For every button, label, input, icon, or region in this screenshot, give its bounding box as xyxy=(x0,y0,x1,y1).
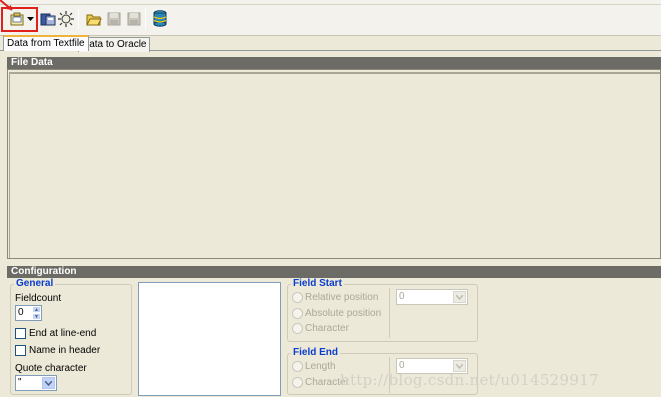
save-disabled-icon xyxy=(127,12,141,26)
field-start-value: 0 xyxy=(399,291,405,302)
save-icon xyxy=(107,12,121,26)
fieldcount-label: Fieldcount xyxy=(15,293,62,304)
start-character-label: Character xyxy=(305,323,349,334)
quote-character-value: " xyxy=(18,377,22,388)
relative-position-label: Relative position xyxy=(305,292,379,303)
name-in-header-checkbox[interactable] xyxy=(15,345,26,356)
configuration-header: Configuration xyxy=(7,266,661,278)
settings-icon xyxy=(58,11,74,27)
start-character-radio[interactable] xyxy=(292,323,303,334)
red-arrow-icon xyxy=(0,0,13,11)
folder-open-icon xyxy=(86,14,102,26)
name-in-header-label: Name in header xyxy=(29,345,101,356)
open-database-icon xyxy=(40,13,56,26)
database-button[interactable] xyxy=(149,8,171,30)
length-radio[interactable] xyxy=(292,361,303,372)
length-label: Length xyxy=(305,361,336,372)
toolbar-top-border xyxy=(0,4,661,5)
chevron-down-icon xyxy=(453,291,466,303)
relative-position-radio[interactable] xyxy=(292,292,303,303)
toolbar-separator xyxy=(78,9,79,29)
tab-data-to-oracle[interactable]: Data to Oracle xyxy=(78,37,151,52)
field-start-value-select[interactable]: 0 xyxy=(396,289,468,305)
settings-button[interactable] xyxy=(55,8,77,30)
end-at-line-end-checkbox[interactable] xyxy=(15,328,26,339)
database-icon xyxy=(153,10,167,27)
end-character-radio[interactable] xyxy=(292,377,303,388)
folder-open-button[interactable] xyxy=(83,8,105,30)
stepper-up-icon[interactable]: ▲ xyxy=(32,306,41,313)
field-list[interactable] xyxy=(138,282,281,396)
stepper-down-icon[interactable]: ▼ xyxy=(32,313,41,320)
end-at-line-end-label: End at line-end xyxy=(29,328,97,339)
save-button[interactable] xyxy=(103,8,125,30)
chevron-down-icon xyxy=(42,377,55,389)
quote-character-select[interactable]: " xyxy=(15,375,57,391)
fieldcount-stepper[interactable]: 0 ▲ ▼ xyxy=(15,305,42,321)
watermark: http://blog.csdn.net/u014529917 xyxy=(340,371,599,389)
absolute-position-radio[interactable] xyxy=(292,308,303,319)
general-group-title: General xyxy=(14,278,56,289)
fieldcount-value: 0 xyxy=(18,307,24,318)
quote-character-label: Quote character xyxy=(15,363,87,374)
file-data-header: File Data xyxy=(7,57,661,69)
tab-data-from-textfile[interactable]: Data from Textfile xyxy=(3,35,89,51)
field-end-value: 0 xyxy=(399,360,405,371)
field-start-title: Field Start xyxy=(291,278,344,289)
toolbar xyxy=(0,0,661,36)
save-as-button[interactable] xyxy=(123,8,145,30)
absolute-position-label: Absolute position xyxy=(305,308,382,319)
file-data-view[interactable] xyxy=(7,69,661,259)
field-end-title: Field End xyxy=(291,347,340,358)
field-start-divider xyxy=(389,288,390,338)
toolbar-separator xyxy=(145,9,146,29)
